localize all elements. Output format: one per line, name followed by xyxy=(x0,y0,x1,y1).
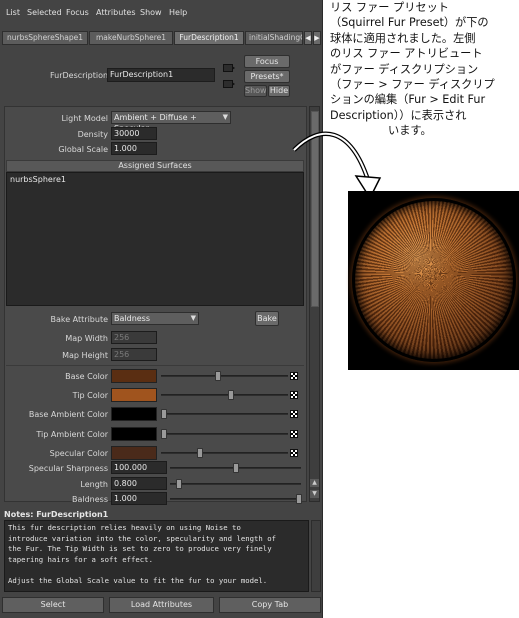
show-button[interactable]: Show xyxy=(244,85,267,97)
numeric-slider-handle[interactable] xyxy=(233,463,239,473)
select-button[interactable]: Select xyxy=(2,597,104,613)
numeric-slider-handle[interactable] xyxy=(296,494,302,504)
scroll-down-icon[interactable]: ▼ xyxy=(310,490,319,498)
notes-textarea[interactable]: This fur description relies heavily on u… xyxy=(4,520,309,592)
map-width-field: 256 xyxy=(111,331,157,344)
node-tabs: nurbsSphereShape1 makeNurbSphere1 FurDes… xyxy=(0,31,323,45)
color-slider-handle[interactable] xyxy=(161,409,167,419)
hide-button[interactable]: Hide xyxy=(268,85,290,97)
color-slider-track[interactable] xyxy=(161,433,288,435)
global-scale-field[interactable]: 1.000 xyxy=(111,142,157,155)
list-item[interactable]: nurbsSphere1 xyxy=(10,175,300,184)
color-swatch[interactable] xyxy=(111,388,157,402)
input-connection-icon[interactable] xyxy=(223,64,235,72)
density-label: Density xyxy=(77,130,108,139)
menu-focus[interactable]: Focus xyxy=(66,8,89,17)
color-attribute-label: Base Color xyxy=(65,372,108,381)
map-button-icon[interactable] xyxy=(290,410,298,418)
tab-nurbs-sphere-shape[interactable]: nurbsSphereShape1 xyxy=(2,31,88,45)
numeric-slider-handle[interactable] xyxy=(176,479,182,489)
fur-description-name-field[interactable]: FurDescription1 xyxy=(107,68,215,82)
tab-fur-description[interactable]: FurDescription1 xyxy=(174,31,244,45)
assigned-surfaces-header: Assigned Surfaces xyxy=(6,160,304,172)
copy-tab-button[interactable]: Copy Tab xyxy=(219,597,321,613)
light-model-label: Light Model xyxy=(61,114,108,123)
color-slider-track[interactable] xyxy=(161,375,288,377)
annotation-line: （Squirrel Fur Preset）が下の xyxy=(330,16,489,30)
attribute-editor-panel: List Selected Focus Attributes Show Help… xyxy=(0,0,323,618)
chevron-down-icon: ▼ xyxy=(222,113,228,121)
map-width-label: Map Width xyxy=(65,334,108,343)
callout-arrow xyxy=(292,131,382,200)
bake-attribute-dropdown[interactable]: Baldness ▼ xyxy=(111,312,199,325)
color-attribute-label: Specular Color xyxy=(49,449,108,458)
node-name-row: FurDescription: FurDescription1 Focus Pr… xyxy=(0,52,323,102)
chevron-down-icon: ▼ xyxy=(190,314,196,322)
numeric-attribute-field[interactable]: 0.800 xyxy=(111,477,167,490)
color-attribute-label: Base Ambient Color xyxy=(28,410,108,419)
color-slider-track[interactable] xyxy=(161,413,288,415)
color-slider-handle[interactable] xyxy=(228,390,234,400)
color-slider-handle[interactable] xyxy=(161,429,167,439)
menu-attributes[interactable]: Attributes xyxy=(96,8,136,17)
presets-button[interactable]: Presets* xyxy=(244,70,290,83)
numeric-attribute-label: Baldness xyxy=(71,495,108,504)
color-swatch[interactable] xyxy=(111,427,157,441)
menu-list[interactable]: List xyxy=(6,8,20,17)
light-model-dropdown[interactable]: Ambient + Diffuse + Specular ▼ xyxy=(111,111,231,133)
focus-button[interactable]: Focus xyxy=(244,55,290,68)
divider xyxy=(6,365,304,366)
bake-attribute-label: Bake Attribute xyxy=(50,315,108,324)
load-attributes-button[interactable]: Load Attributes xyxy=(109,597,214,613)
tab-make-nurb-sphere[interactable]: makeNurbSphere1 xyxy=(89,31,173,45)
tab-scroll-right-icon[interactable]: ▶ xyxy=(313,31,321,45)
color-attribute-label: Tip Color xyxy=(72,391,108,400)
color-swatch[interactable] xyxy=(111,369,157,383)
notes-title: Notes: FurDescription1 xyxy=(4,510,109,519)
map-button-icon[interactable] xyxy=(290,449,298,457)
output-connection-icon[interactable] xyxy=(223,80,235,88)
map-height-label: Map Height xyxy=(62,351,108,360)
menu-help[interactable]: Help xyxy=(169,8,187,17)
annotation-text: リス ファー プリセット （Squirrel Fur Preset）が下の 球体… xyxy=(330,0,519,139)
color-slider-track[interactable] xyxy=(161,394,288,396)
density-field[interactable]: 30000 xyxy=(111,127,157,140)
notes-scrollbar[interactable] xyxy=(311,520,321,592)
menu-bar: List Selected Focus Attributes Show Help xyxy=(0,6,323,22)
numeric-attribute-label: Length xyxy=(80,480,108,489)
color-slider-handle[interactable] xyxy=(197,448,203,458)
annotation-line: がファー ディスクリプション xyxy=(330,62,479,76)
color-slider-track[interactable] xyxy=(161,452,288,454)
numeric-slider-track[interactable] xyxy=(170,483,301,485)
annotation-line: のリス ファー アトリビュート xyxy=(330,47,483,61)
color-swatch[interactable] xyxy=(111,407,157,421)
assigned-surfaces-list[interactable]: nurbsSphere1 xyxy=(6,172,304,306)
menu-selected[interactable]: Selected xyxy=(27,8,62,17)
tab-initial-shading[interactable]: initialShadingG xyxy=(245,31,303,45)
menu-show[interactable]: Show xyxy=(140,8,162,17)
map-button-icon[interactable] xyxy=(290,372,298,380)
annotation-line: ションの編集（Fur > Edit Fur xyxy=(330,93,486,107)
annotation-line: 球体に適用されました。左側 xyxy=(330,31,476,45)
color-attribute-label: Tip Ambient Color xyxy=(36,430,108,439)
annotation-line: リス ファー プリセット xyxy=(330,1,449,14)
annotation-line: （ファー > ファー ディスクリプ xyxy=(330,78,495,92)
numeric-slider-track[interactable] xyxy=(170,498,301,500)
map-button-icon[interactable] xyxy=(290,391,298,399)
bake-button[interactable]: Bake xyxy=(255,311,279,326)
color-slider-handle[interactable] xyxy=(215,371,221,381)
numeric-attribute-field[interactable]: 1.000 xyxy=(111,492,167,505)
tab-scroll-left-icon[interactable]: ◀ xyxy=(304,31,312,45)
numeric-attribute-field[interactable]: 100.000 xyxy=(111,461,167,474)
fur-description-label: FurDescription: xyxy=(50,71,111,80)
scroll-up-icon[interactable]: ▲ xyxy=(310,479,319,487)
map-height-field: 256 xyxy=(111,348,157,361)
map-button-icon[interactable] xyxy=(290,430,298,438)
bake-attribute-value: Baldness xyxy=(114,314,151,323)
numeric-attribute-label: Specular Sharpness xyxy=(28,464,108,473)
global-scale-label: Global Scale xyxy=(58,145,108,154)
fur-sphere xyxy=(355,201,513,359)
color-swatch[interactable] xyxy=(111,446,157,460)
